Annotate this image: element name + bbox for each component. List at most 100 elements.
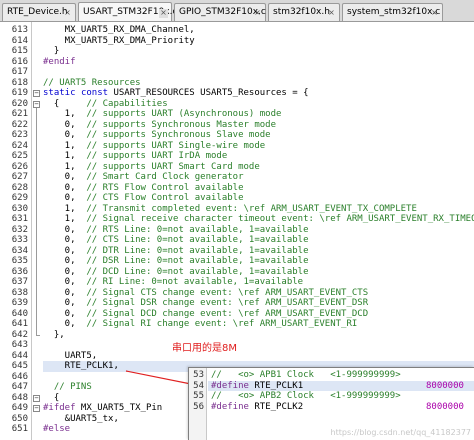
annotation-note: 串口用的是8M <box>172 343 237 354</box>
code-line[interactable]: { <box>43 393 59 404</box>
line-number: 651 <box>11 424 28 434</box>
peek-line-number: 56 <box>193 401 204 412</box>
line-number: 624 <box>11 140 28 151</box>
code-line[interactable]: // PINS <box>43 382 92 393</box>
line-number: 630 <box>11 203 28 214</box>
code-line[interactable]: 0, // supports Synchronous Master mode <box>43 120 276 131</box>
code-line[interactable]: }, <box>43 330 65 341</box>
line-number: 637 <box>11 277 28 287</box>
fold-toggle-icon[interactable]: − <box>33 100 40 108</box>
line-number: 625 <box>11 151 28 161</box>
code-line[interactable]: 0, // RTS Flow Control available <box>43 183 244 194</box>
line-number: 644 <box>11 350 28 361</box>
editor-tab-bar: RTE_Device.h × USART_STM32F10x.c × GPIO_… <box>0 0 474 22</box>
watermark: https://blog.csdn.net/qq_41182377 <box>330 428 471 437</box>
peek-code-line[interactable]: #define RTE_PCLK2 <box>211 402 303 413</box>
line-number: 628 <box>11 182 28 193</box>
code-line[interactable]: 0, // Signal CTS change event: \ref ARM_… <box>43 288 368 299</box>
code-line[interactable]: 1, // supports UART (Asynchronous) mode <box>43 109 282 120</box>
peek-line-gutter: 53 54 55 56 <box>189 368 207 440</box>
fold-toggle-icon[interactable]: − <box>33 405 40 412</box>
close-icon[interactable]: × <box>159 9 168 18</box>
line-number: 648 <box>11 392 28 403</box>
code-line[interactable]: #ifdef MX_UART5_TX_Pin <box>43 403 162 414</box>
code-line[interactable]: 0, // Signal DSR change event: \ref ARM_… <box>43 298 368 309</box>
code-line[interactable]: { // Capabilities <box>43 99 168 110</box>
line-number: 613 <box>11 25 28 35</box>
code-line[interactable]: MX_UART5_RX_DMA_Channel, <box>43 25 195 36</box>
code-line[interactable]: 0, // Signal RI change event: \ref ARM_U… <box>43 319 358 330</box>
code-line[interactable]: 0, // supports Synchronous Slave mode <box>43 130 271 141</box>
tab-label: stm32f10x.h <box>273 7 330 17</box>
close-icon[interactable]: × <box>430 9 439 18</box>
line-number: 629 <box>11 193 28 203</box>
line-number: 633 <box>11 235 28 245</box>
line-number: 619 <box>11 88 28 98</box>
line-number: 639 <box>11 298 28 308</box>
code-line[interactable]: 0, // Signal DCD change event: \ref ARM_… <box>43 309 368 320</box>
line-number: 650 <box>11 413 28 424</box>
tab-system-stm32f10x-c[interactable]: system_stm32f10x.c × <box>342 3 443 21</box>
code-line[interactable]: 0, // RTS Line: 0=not available, 1=avail… <box>43 225 309 236</box>
line-number: 635 <box>11 256 28 266</box>
peek-code-line[interactable]: #define RTE_PCLK1 <box>211 381 303 392</box>
code-line[interactable]: 1, // Transmit completed event: \ref ARM… <box>43 204 417 215</box>
code-line[interactable]: RTE_PCLK1, <box>43 361 119 372</box>
line-number: 645 <box>11 361 28 371</box>
fold-column <box>32 22 42 440</box>
code-line[interactable]: #endif <box>43 57 76 68</box>
line-number: 646 <box>11 371 28 382</box>
line-number-gutter: 613 614 615 616 617 618 619 620 621 622 623 624 625 6… <box>0 22 32 440</box>
fold-toggle-icon[interactable]: − <box>33 90 40 97</box>
fold-toggle-icon[interactable]: − <box>33 394 40 402</box>
line-number: 616 <box>11 56 28 67</box>
code-line[interactable]: UART5, <box>43 351 98 362</box>
code-line[interactable]: // UART5 Resources <box>43 78 141 89</box>
code-line[interactable]: 1, // supports UART IrDA mode <box>43 151 228 162</box>
line-number: 638 <box>11 287 28 298</box>
tab-gpio-stm32f10x-c[interactable]: GPIO_STM32F10x.c × <box>174 3 266 21</box>
line-number: 643 <box>11 340 28 350</box>
code-line[interactable]: 0, // DSR Line: 0=not available, 1=avail… <box>43 256 309 267</box>
peek-code-line[interactable]: // <o> APB2 Clock <1-999999999> <box>211 391 401 402</box>
line-number: 640 <box>11 308 28 319</box>
code-line[interactable]: 0, // Smart Card Clock generator <box>43 172 244 183</box>
code-line[interactable]: 0, // DCD Line: 0=not available, 1=avail… <box>43 267 309 278</box>
code-line[interactable]: 1, // supports UART Single-wire mode <box>43 141 266 152</box>
code-line[interactable]: 0, // CTS Line: 0=not available, 1=avail… <box>43 235 309 246</box>
code-line[interactable]: &UART5_tx, <box>43 414 119 425</box>
code-line[interactable]: 1, // Signal receive character timeout e… <box>43 214 474 225</box>
code-line[interactable]: 0, // DTR Line: 0=not available, 1=avail… <box>43 246 309 257</box>
line-number: 614 <box>11 35 28 46</box>
line-number: 631 <box>11 214 28 224</box>
peek-code-line[interactable]: // <o> APB1 Clock <1-999999999> <box>211 370 401 381</box>
peek-line-number: 55 <box>193 391 204 401</box>
peek-define-value: 8000000 <box>426 380 464 391</box>
peek-line-number: 53 <box>193 370 204 380</box>
tab-label: system_stm32f10x.c <box>347 7 441 17</box>
line-number: 622 <box>11 119 28 130</box>
line-number: 632 <box>11 224 28 235</box>
tab-usart-stm32f10x-c[interactable]: USART_STM32F10x.c × <box>78 2 177 21</box>
code-line[interactable]: #else <box>43 424 70 435</box>
close-icon[interactable]: × <box>253 9 262 18</box>
close-icon[interactable]: × <box>63 9 72 18</box>
code-line[interactable]: } <box>43 46 59 57</box>
peek-line-number: 54 <box>193 380 204 391</box>
code-line[interactable]: static const USART_RESOURCES USART5_Reso… <box>43 88 309 99</box>
code-line[interactable]: 1, // supports UART Smart Card mode <box>43 162 260 173</box>
code-line[interactable]: MX_UART5_RX_DMA_Priority <box>43 36 195 47</box>
line-number: 649 <box>11 403 28 413</box>
line-number: 621 <box>11 109 28 119</box>
tab-rte-device-h[interactable]: RTE_Device.h × <box>2 3 76 21</box>
code-line[interactable]: 0, // CTS Flow Control available <box>43 193 244 204</box>
line-number: 641 <box>11 319 28 329</box>
fold-guide <box>36 107 37 336</box>
code-line[interactable]: 0, // RI Line: 0=not available, 1=availa… <box>43 277 303 288</box>
line-number: 636 <box>11 266 28 277</box>
tab-stm32f10x-h[interactable]: stm32f10x.h × <box>268 3 340 21</box>
line-number: 615 <box>11 46 28 56</box>
line-number: 617 <box>11 67 28 77</box>
close-icon[interactable]: × <box>327 9 336 18</box>
line-number: 623 <box>11 130 28 140</box>
